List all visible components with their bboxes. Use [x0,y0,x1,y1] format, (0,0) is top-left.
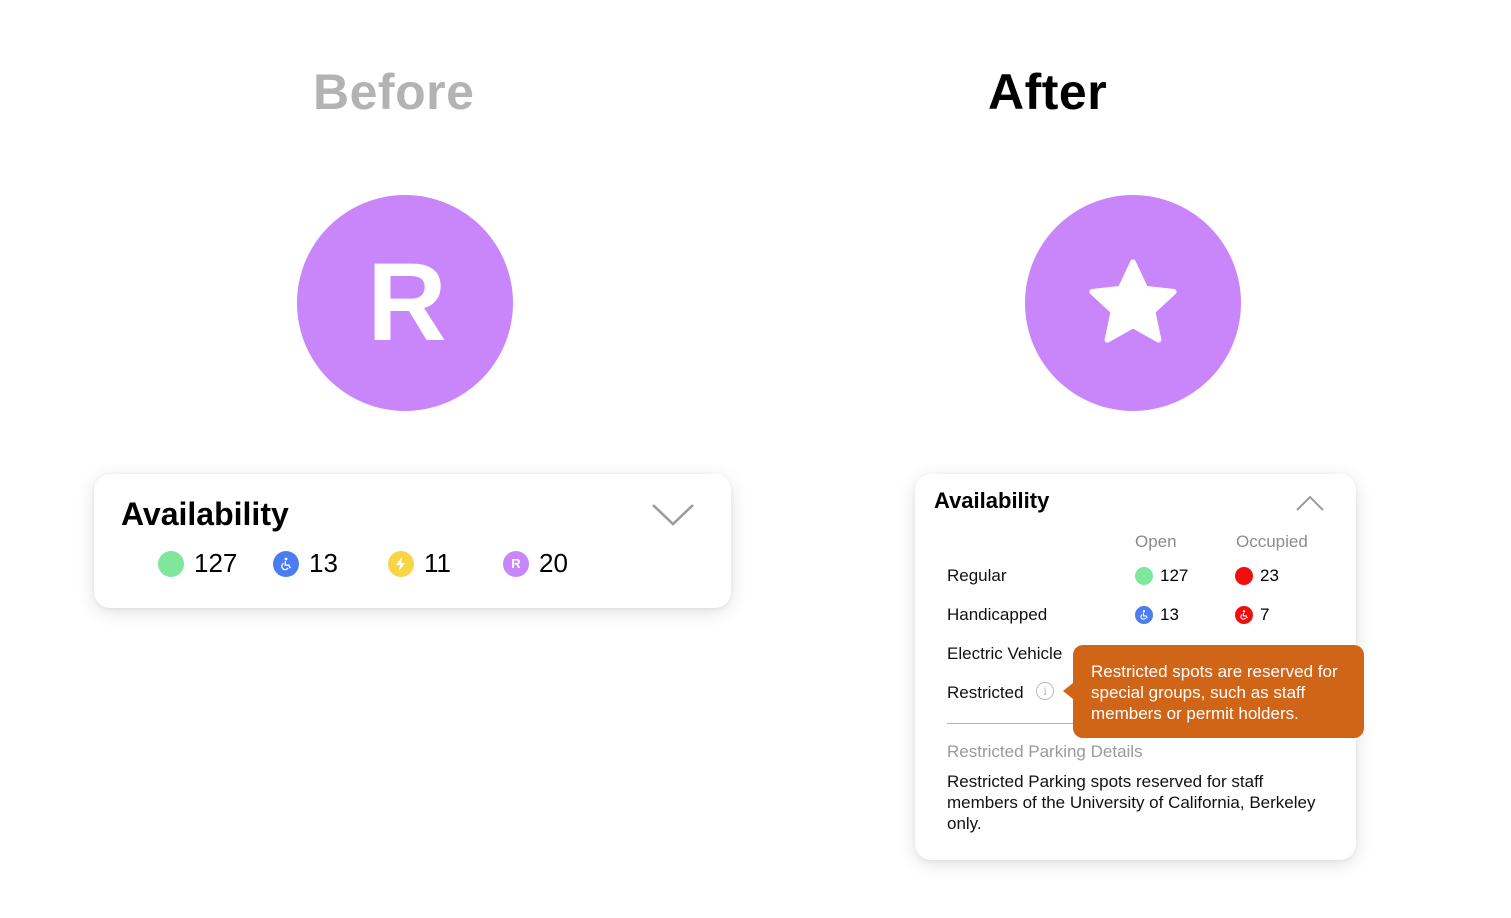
star-icon [1089,259,1177,343]
restricted-details-title: Restricted Parking Details [947,742,1143,761]
restricted-map-marker[interactable]: R [297,195,513,411]
restricted-tooltip: Restricted spots are reserved for specia… [1063,645,1364,738]
handicapped-icon [1135,606,1153,624]
info-icon[interactable]: i [1036,682,1054,700]
handicapped-icon [1235,606,1253,624]
regular-occupied: 23 [1235,566,1279,586]
restricted-icon: R [503,550,529,577]
restricted-count: 20 [539,548,568,578]
column-open: Open [1135,532,1177,551]
regular-dot-icon [158,550,184,577]
handicapped-icon [273,550,299,577]
ev-count: 11 [424,548,451,578]
open-dot-icon [1135,567,1153,585]
handicapped-occupied-count: 7 [1260,605,1270,624]
before-heading: Before [313,64,475,120]
chevron-down-icon[interactable] [651,502,695,528]
handicapped-open-count: 13 [1160,605,1179,624]
after-heading: After [988,64,1108,120]
restricted-availability: R 20 [503,548,568,579]
regular-occupied-count: 23 [1260,566,1279,585]
regular-open: 127 [1135,566,1188,586]
handicapped-count: 13 [309,548,338,578]
row-label-handicapped: Handicapped [947,605,1048,624]
availability-title: Availability [121,496,289,532]
row-label-restricted: Restricted [947,683,1024,702]
row-label-regular: Regular [947,566,1007,585]
column-occupied: Occupied [1236,532,1308,551]
row-label-electric-vehicle: Electric Vehicle [947,644,1063,663]
lightning-icon [388,550,414,577]
regular-open-count: 127 [1160,566,1189,585]
restricted-details-text: Restricted Parking spots reserved for st… [947,772,1316,833]
ev-availability: 11 [388,548,451,579]
restricted-map-marker-star[interactable] [1025,195,1241,411]
handicapped-availability: 13 [273,548,338,579]
marker-letter: R [367,241,447,364]
availability-card-before: Availability 127 13 11 R 20 [94,474,731,608]
chevron-up-icon[interactable] [1295,494,1325,512]
occupied-dot-icon [1235,567,1253,585]
handicapped-open: 13 [1135,605,1179,625]
availability-title: Availability [934,488,1050,513]
regular-count: 127 [194,548,238,578]
handicapped-occupied: 7 [1235,605,1269,625]
regular-availability: 127 [158,548,237,579]
